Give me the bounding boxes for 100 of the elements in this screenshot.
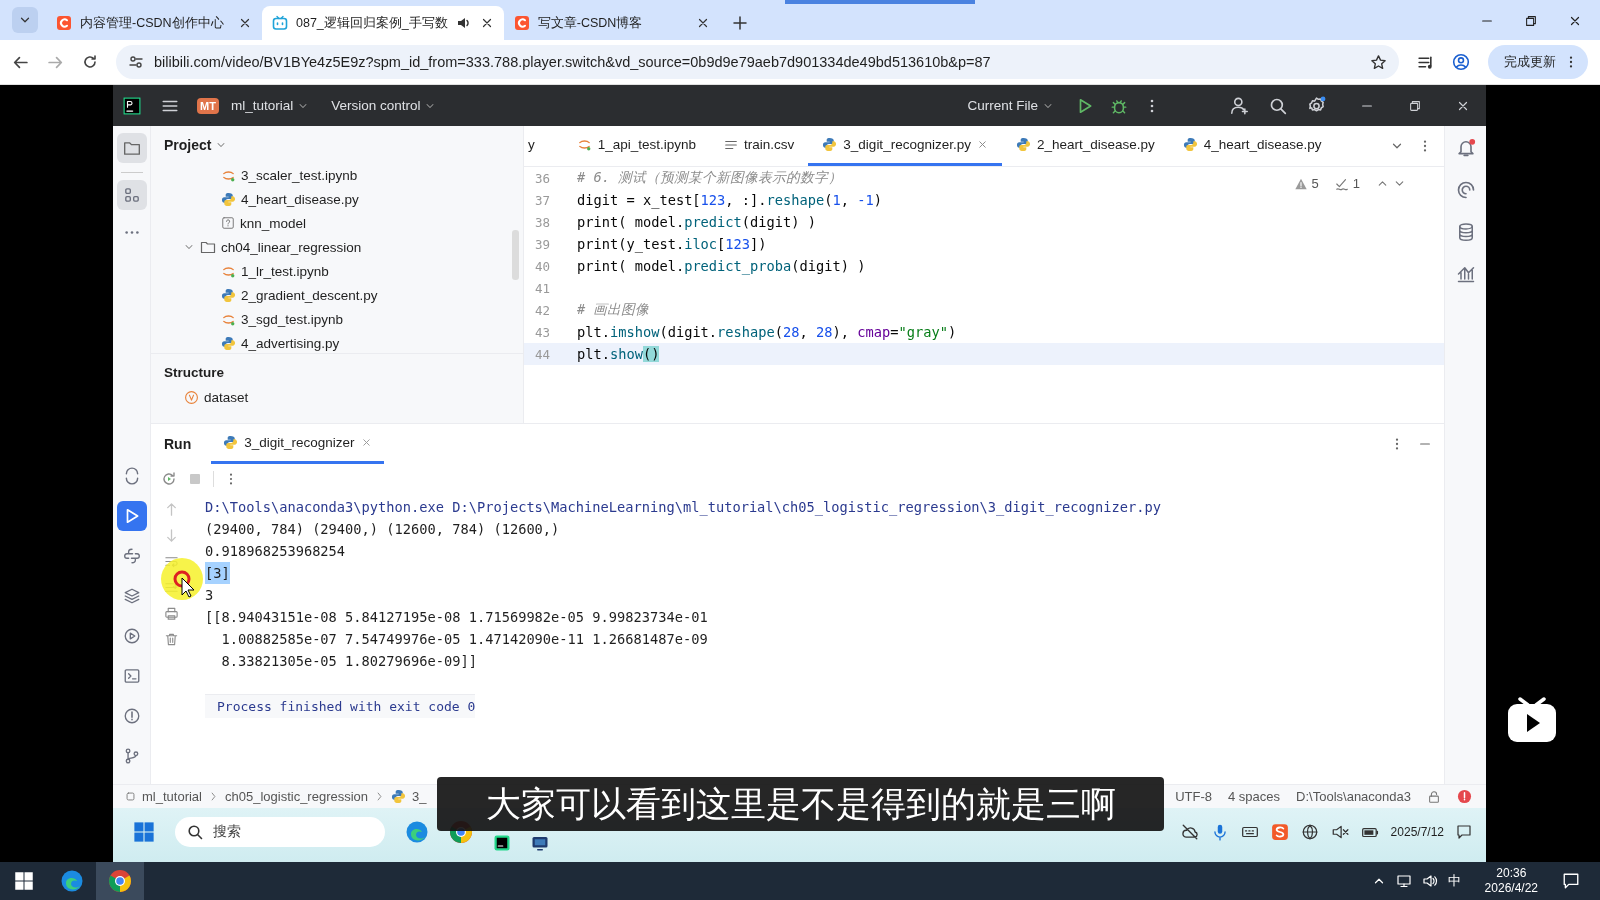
tree-file[interactable]: 1_lr_test.ipynb xyxy=(151,259,523,283)
breadcrumb-item[interactable]: 3_ xyxy=(412,789,427,804)
console-line: 0.918968253968254 xyxy=(205,542,346,561)
editor-tab[interactable]: 2_heart_disease.py xyxy=(1001,126,1169,166)
python-console-icon xyxy=(122,547,141,565)
line-number: 36 xyxy=(533,170,550,186)
reload-icon[interactable] xyxy=(82,54,98,70)
structure-item[interactable]: dataset xyxy=(204,390,249,405)
breadcrumb-item[interactable]: ml_tutorial xyxy=(142,789,202,804)
weak-warning-count[interactable]: 1 xyxy=(1352,176,1360,191)
cloud-off-icon[interactable] xyxy=(1180,823,1199,841)
line-number: 40 xyxy=(533,258,550,274)
variable-icon xyxy=(184,390,199,405)
error-icon[interactable] xyxy=(1457,789,1472,804)
speaker-icon[interactable] xyxy=(455,15,472,31)
code-line: print(y_test.iloc[123]) xyxy=(577,236,767,252)
tree-file[interactable]: 2_gradient_descent.py xyxy=(151,283,523,307)
sogou-icon[interactable] xyxy=(1270,823,1289,841)
warning-count[interactable]: 5 xyxy=(1311,176,1319,191)
tree-folder[interactable]: ch04_linear_regression xyxy=(151,235,523,259)
status-item[interactable]: 4 spaces xyxy=(1228,789,1281,804)
editor-tab[interactable]: train.csv xyxy=(710,126,809,166)
run-tab[interactable]: 3_digit_recognizer xyxy=(211,424,384,464)
code-line: plt.show() xyxy=(577,346,660,362)
code-line: print( model.predict_proba(digit) ) xyxy=(577,258,866,274)
project-tool-icon xyxy=(122,139,141,157)
star-icon[interactable] xyxy=(1370,53,1387,71)
console-line: (29400, 784) (29400,) (12600, 784) (12600,) xyxy=(205,520,560,539)
scrollbar[interactable] xyxy=(512,230,519,280)
site-settings-icon[interactable] xyxy=(128,54,144,70)
update-button[interactable]: 完成更新 xyxy=(1488,45,1588,79)
run-configuration-selector[interactable]: Current File xyxy=(967,98,1054,113)
editor-tab[interactable]: 1_api_test.ipynb xyxy=(562,126,711,166)
structure-tool-icon xyxy=(122,186,141,204)
network-icon[interactable] xyxy=(1395,873,1412,889)
version-control-menu[interactable]: Version control xyxy=(331,98,437,113)
csdn-logo-icon xyxy=(56,15,72,31)
editor-tab[interactable]: 3_digit_recognizer.py xyxy=(808,126,1002,166)
editor-tab[interactable]: 4_heart_disease.py xyxy=(1168,126,1336,166)
ai-assistant-icon[interactable] xyxy=(1455,180,1476,200)
python-file-icon xyxy=(391,789,407,804)
editor-tab[interactable]: y xyxy=(524,126,549,166)
muted-speaker-icon[interactable] xyxy=(1330,823,1349,841)
python-file-icon xyxy=(221,191,236,207)
volume-icon[interactable] xyxy=(1421,873,1438,889)
chrome-icon xyxy=(108,869,132,893)
tree-file[interactable]: 4_heart_disease.py xyxy=(151,187,523,211)
chrome-taskbar-icon[interactable] xyxy=(96,862,144,900)
python-file-icon xyxy=(223,435,239,450)
project-tool-button[interactable] xyxy=(116,133,147,163)
trash-icon[interactable] xyxy=(163,632,179,647)
structure-tool-button[interactable] xyxy=(116,180,147,210)
browser-tab[interactable]: 写文章-CSDN博客 xyxy=(503,6,720,40)
chart-icon[interactable] xyxy=(1455,264,1476,284)
project-switcher[interactable]: MT ml_tutorial xyxy=(197,97,310,114)
globe-icon[interactable] xyxy=(1300,823,1319,841)
monitor-app-icon[interactable] xyxy=(531,834,549,852)
search-icon[interactable] xyxy=(1269,96,1287,115)
input-method-indicator[interactable]: 中 xyxy=(1447,872,1461,890)
lock-icon[interactable] xyxy=(1427,789,1441,804)
console-line: [[8.94043151e-08 5.84127195e-08 1.71569982e-05 9.99823734e-01 xyxy=(205,608,708,627)
run-tool-button[interactable] xyxy=(116,501,147,531)
address-bar[interactable]: bilibili.com/video/BV1BYe4z5E9z?spm_id_from=333.788.player.switch&vd_source=0b9d9e79aeb7d901334de49bd513610b&p=87 xyxy=(116,45,1399,79)
close-icon[interactable] xyxy=(1568,14,1582,28)
status-item[interactable]: UTF-8 xyxy=(1175,789,1213,804)
taskbar-search-field[interactable]: 搜索 xyxy=(175,817,385,847)
python-file-icon xyxy=(1182,137,1198,152)
python-file-icon xyxy=(221,287,236,303)
tree-file[interactable]: 3_sgd_test.ipynb xyxy=(151,307,523,331)
browser-tab[interactable]: 内容管理-CSDN创作中心 xyxy=(46,6,262,40)
line-number: 44 xyxy=(533,346,550,362)
tree-file[interactable]: 3_scaler_test.ipynb xyxy=(151,163,523,187)
profile-icon[interactable] xyxy=(1452,53,1470,71)
status-item[interactable]: D:\Tools\anaconda3 xyxy=(1296,789,1411,804)
code-line: # 6. 测试（预测某个新图像表示的数字） xyxy=(577,169,843,187)
play-button-icon[interactable] xyxy=(1506,695,1558,745)
tree-file[interactable]: 4_advertising.py xyxy=(151,331,523,353)
notifications-icon[interactable] xyxy=(1455,138,1476,158)
tab-list-button[interactable] xyxy=(12,7,38,33)
rerun-icon[interactable] xyxy=(161,471,177,487)
pycharm-icon[interactable] xyxy=(493,834,511,852)
add-user-icon[interactable] xyxy=(1230,96,1249,115)
panel-title[interactable]: Project xyxy=(164,136,212,153)
services-tool-icon xyxy=(122,627,141,645)
print-icon[interactable] xyxy=(163,606,179,621)
code-line: digit = x_test[123, :].reshape(1, -1) xyxy=(577,192,882,208)
more-tools-icon xyxy=(123,230,140,234)
notification-icon[interactable] xyxy=(1456,824,1472,840)
tree-file[interactable]: knn_model xyxy=(151,211,523,235)
close-icon[interactable] xyxy=(238,16,252,30)
python-file-icon xyxy=(221,335,236,351)
browser-tab[interactable]: 087_逻辑回归案例_手写数 xyxy=(262,6,504,40)
restore-icon[interactable] xyxy=(1524,14,1538,28)
restore-icon[interactable] xyxy=(1408,98,1422,113)
new-tab-icon[interactable] xyxy=(731,15,748,31)
layers-tool-icon xyxy=(122,587,141,605)
line-number: 39 xyxy=(533,236,550,252)
line-number: 41 xyxy=(533,280,550,296)
breadcrumb-item[interactable]: ch05_logistic_regression xyxy=(224,789,369,804)
media-controls-icon[interactable] xyxy=(1417,53,1434,71)
